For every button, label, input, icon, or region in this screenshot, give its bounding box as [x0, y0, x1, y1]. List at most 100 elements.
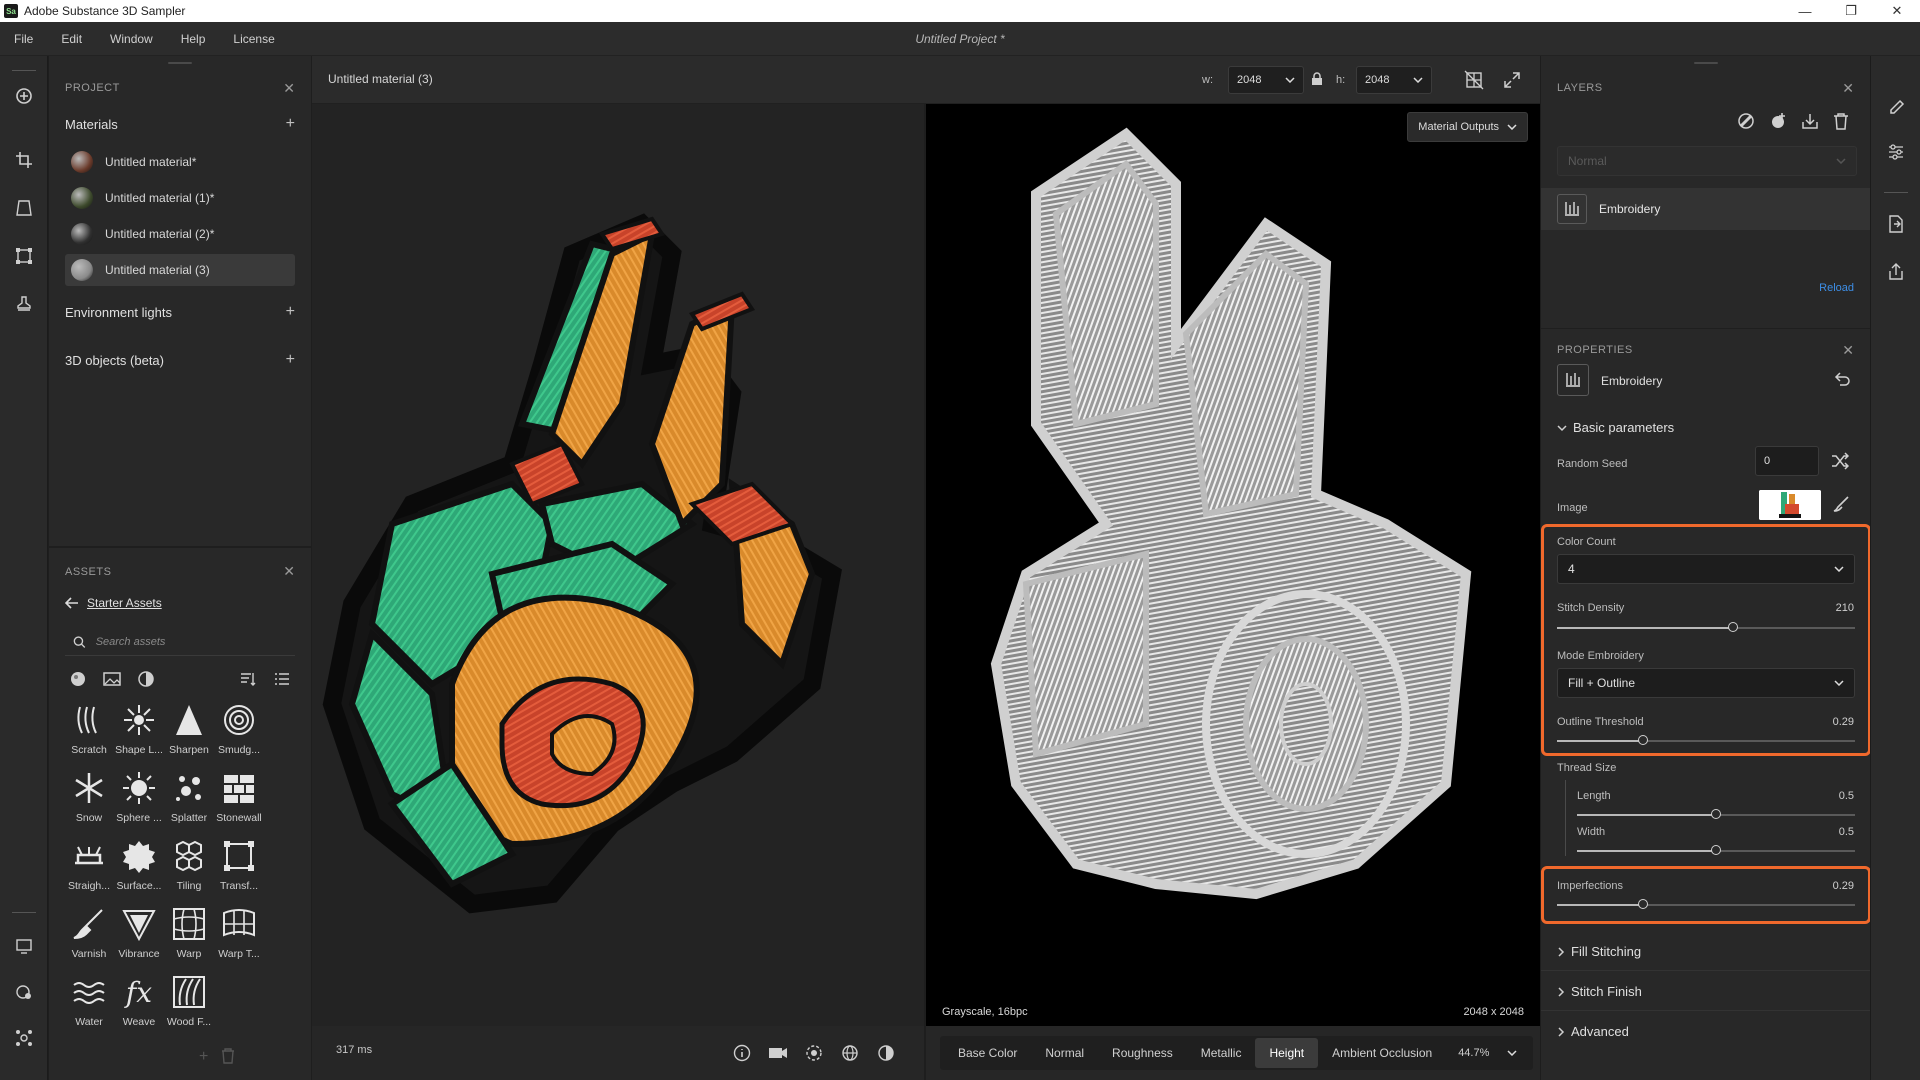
export-layer-icon[interactable]: [1801, 112, 1819, 133]
environment-icon[interactable]: [12, 980, 36, 1004]
mode-embroidery-select[interactable]: Fill + Outline: [1557, 668, 1855, 698]
filter-filter-icon[interactable]: [133, 666, 159, 692]
slider-knob[interactable]: [1711, 845, 1721, 855]
menu-license[interactable]: License: [219, 32, 288, 46]
add-material-icon[interactable]: +: [286, 115, 295, 133]
close-window-button[interactable]: ✕: [1874, 0, 1920, 22]
channel-tab[interactable]: Height: [1255, 1038, 1319, 1068]
close-assets-panel-icon[interactable]: ✕: [283, 563, 295, 580]
display-settings-icon[interactable]: [12, 934, 36, 958]
plugins-icon[interactable]: [12, 1026, 36, 1050]
minimize-button[interactable]: —: [1782, 0, 1828, 22]
slider-knob[interactable]: [1638, 899, 1649, 909]
delete-asset-icon[interactable]: [221, 1048, 235, 1067]
stitch-finish-section[interactable]: Stitch Finish: [1557, 984, 1642, 999]
share-icon[interactable]: [1884, 260, 1908, 284]
panel-grip[interactable]: [168, 62, 192, 64]
close-layers-panel-icon[interactable]: ✕: [1842, 80, 1854, 97]
material-item[interactable]: Untitled material (2)*: [65, 218, 295, 250]
channel-tab[interactable]: Metallic: [1187, 1038, 1256, 1068]
asset-item[interactable]: Transf...: [214, 836, 264, 894]
asset-item[interactable]: Scratch: [64, 700, 114, 758]
add-asset-icon[interactable]: +: [199, 1048, 208, 1066]
material-item[interactable]: Untitled material (3): [65, 254, 295, 286]
reset-icon[interactable]: [1834, 372, 1850, 389]
shuffle-seed-icon[interactable]: [1831, 452, 1850, 473]
slider-knob[interactable]: [1711, 809, 1721, 819]
panel-grip[interactable]: [1694, 62, 1718, 64]
stitch-density-slider[interactable]: [1557, 622, 1855, 632]
imperfections-slider[interactable]: [1557, 899, 1855, 909]
asset-item[interactable]: Warp T...: [214, 904, 264, 962]
zoom-select[interactable]: 44.7%: [1446, 1047, 1529, 1059]
channel-tab[interactable]: Ambient Occlusion: [1318, 1038, 1446, 1068]
camera-icon[interactable]: [766, 1041, 790, 1065]
asset-item[interactable]: Splatter: [164, 768, 214, 826]
paint-brush-icon[interactable]: [1833, 496, 1849, 515]
asset-item[interactable]: Snow: [64, 768, 114, 826]
slider-knob[interactable]: [1727, 622, 1738, 632]
list-view-icon[interactable]: [269, 666, 295, 692]
asset-item[interactable]: Shape L...: [114, 700, 164, 758]
2d-viewport[interactable]: Material Outputs Grayscale, 16bpc 2048 x…: [926, 104, 1540, 1026]
asset-item[interactable]: Warp: [164, 904, 214, 962]
image-thumbnail[interactable]: [1759, 490, 1821, 520]
stamp-icon[interactable]: [12, 292, 36, 316]
edit-pencil-icon[interactable]: [1884, 96, 1908, 120]
asset-item[interactable]: fx Weave: [114, 972, 164, 1030]
width-slider[interactable]: [1577, 845, 1855, 855]
asset-item[interactable]: Surface...: [114, 836, 164, 894]
add-3d-object-icon[interactable]: +: [286, 351, 295, 369]
menu-help[interactable]: Help: [167, 32, 220, 46]
material-filter-icon[interactable]: [65, 666, 91, 692]
outline-threshold-slider[interactable]: [1557, 735, 1855, 745]
close-project-panel-icon[interactable]: ✕: [283, 80, 295, 97]
starter-assets-link[interactable]: Starter Assets: [65, 596, 162, 610]
width-select[interactable]: 2048: [1228, 66, 1304, 94]
asset-item[interactable]: Smudg...: [214, 700, 264, 758]
menu-edit[interactable]: Edit: [47, 32, 96, 46]
crop-icon[interactable]: [12, 148, 36, 172]
blend-mode-select[interactable]: Normal: [1557, 146, 1857, 176]
asset-item[interactable]: Stonewall: [214, 768, 264, 826]
asset-item[interactable]: Sphere ...: [114, 768, 164, 826]
channel-tab[interactable]: Roughness: [1098, 1038, 1187, 1068]
material-outputs-dropdown[interactable]: Material Outputs: [1407, 112, 1528, 142]
basic-parameters-section[interactable]: Basic parameters: [1557, 420, 1674, 435]
globe-icon[interactable]: [838, 1041, 862, 1065]
add-circle-icon[interactable]: [12, 84, 36, 108]
adjustments-icon[interactable]: [1884, 140, 1908, 164]
length-slider[interactable]: [1577, 809, 1855, 819]
channel-tab[interactable]: Base Color: [944, 1038, 1031, 1068]
expand-icon[interactable]: [1500, 68, 1524, 92]
mask-icon[interactable]: [1737, 112, 1755, 133]
asset-item[interactable]: Sharpen: [164, 700, 214, 758]
reload-link[interactable]: Reload: [1819, 282, 1854, 294]
asset-item[interactable]: Straigh...: [64, 836, 114, 894]
perspective-icon[interactable]: [12, 196, 36, 220]
fill-stitching-section[interactable]: Fill Stitching: [1557, 944, 1641, 959]
tiling-toggle-icon[interactable]: [1462, 68, 1486, 92]
rotate-light-icon[interactable]: [802, 1041, 826, 1065]
asset-item[interactable]: Tiling: [164, 836, 214, 894]
info-icon[interactable]: [730, 1041, 754, 1065]
material-item[interactable]: Untitled material (1)*: [65, 182, 295, 214]
image-filter-icon[interactable]: [99, 666, 125, 692]
add-layer-icon[interactable]: [1769, 112, 1787, 133]
slider-knob[interactable]: [1638, 735, 1649, 745]
3d-viewport[interactable]: [312, 104, 924, 1026]
delete-layer-icon[interactable]: [1833, 112, 1849, 133]
asset-item[interactable]: Wood F...: [164, 972, 214, 1030]
advanced-section[interactable]: Advanced: [1557, 1024, 1629, 1039]
menu-file[interactable]: File: [0, 32, 47, 46]
asset-item[interactable]: Varnish: [64, 904, 114, 962]
channel-tab[interactable]: Normal: [1031, 1038, 1098, 1068]
height-select[interactable]: 2048: [1356, 66, 1432, 94]
export-document-icon[interactable]: [1884, 212, 1908, 236]
menu-window[interactable]: Window: [96, 32, 167, 46]
lock-ratio-icon[interactable]: [1308, 70, 1326, 88]
asset-item[interactable]: Water: [64, 972, 114, 1030]
layer-item-embroidery[interactable]: Embroidery: [1541, 188, 1871, 230]
transform-icon[interactable]: [12, 244, 36, 268]
sort-icon[interactable]: [235, 666, 261, 692]
